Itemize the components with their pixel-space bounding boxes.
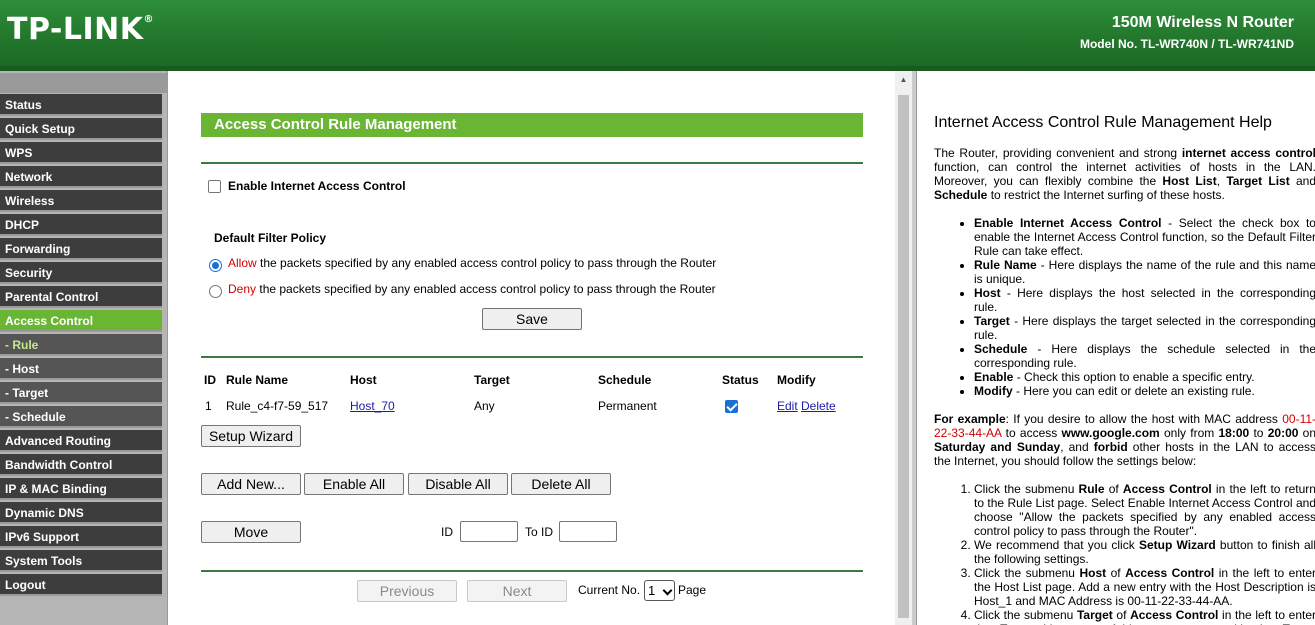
sidebar-item-wireless[interactable]: Wireless bbox=[0, 190, 162, 212]
help-example: For example: If you desire to allow the … bbox=[934, 412, 1315, 468]
header-banner: TP-LINK® 150M Wireless N Router Model No… bbox=[0, 0, 1315, 66]
sidebar-subitem-rule[interactable]: - Rule bbox=[0, 334, 162, 356]
cell-host-link[interactable]: Host_70 bbox=[350, 399, 395, 413]
divider bbox=[201, 162, 863, 164]
sidebar-item-ip-mac-binding[interactable]: IP & MAC Binding bbox=[0, 478, 162, 500]
help-intro: The Router, providing convenient and str… bbox=[934, 146, 1315, 202]
cell-target: Any bbox=[474, 399, 495, 413]
sidebar-item-dhcp[interactable]: DHCP bbox=[0, 214, 162, 236]
sidebar-subitem-target[interactable]: - Target bbox=[0, 382, 162, 404]
add-new-button[interactable]: Add New... bbox=[201, 473, 301, 495]
enable-all-button[interactable]: Enable All bbox=[304, 473, 404, 495]
column-header-status: Status bbox=[722, 373, 759, 387]
sidebar-top-spacer bbox=[0, 73, 167, 93]
main-scrollbar[interactable]: ▲ bbox=[895, 71, 912, 625]
sidebar-subitem-host[interactable]: - Host bbox=[0, 358, 162, 380]
model-number: Model No. TL-WR740N / TL-WR741ND bbox=[1079, 37, 1294, 51]
sidebar-item-advanced-routing[interactable]: Advanced Routing bbox=[0, 430, 162, 452]
help-steps: Click the submenu Rule of Access Control… bbox=[934, 482, 1315, 625]
help-item: Enable - Check this option to enable a s… bbox=[974, 370, 1315, 384]
help-item: Schedule - Here displays the schedule se… bbox=[974, 342, 1315, 370]
help-panel: Internet Access Control Rule Management … bbox=[916, 71, 1315, 625]
move-button[interactable]: Move bbox=[201, 521, 301, 543]
column-header-host: Host bbox=[350, 373, 377, 387]
sidebar-item-quick-setup[interactable]: Quick Setup bbox=[0, 118, 162, 140]
page-select-value: 1 bbox=[648, 583, 656, 598]
rule-status-checkbox[interactable] bbox=[725, 400, 738, 413]
page-select[interactable]: 1 bbox=[644, 580, 675, 601]
deny-description: the packets specified by any enabled acc… bbox=[259, 282, 716, 296]
allow-description: the packets specified by any enabled acc… bbox=[260, 256, 717, 270]
sidebar-item-parental-control[interactable]: Parental Control bbox=[0, 286, 162, 308]
help-step: Click the submenu Rule of Access Control… bbox=[974, 482, 1315, 538]
scrollbar-thumb[interactable] bbox=[898, 95, 909, 618]
enable-access-control-checkbox[interactable] bbox=[208, 180, 221, 193]
deny-word: Deny bbox=[228, 282, 257, 296]
previous-page-button[interactable]: Previous bbox=[357, 580, 457, 602]
deny-policy-text: Deny the packets specified by any enable… bbox=[228, 282, 716, 296]
sidebar-item-forwarding[interactable]: Forwarding bbox=[0, 238, 162, 260]
sidebar-item-dynamic-dns[interactable]: Dynamic DNS bbox=[0, 502, 162, 524]
sidebar-item-network[interactable]: Network bbox=[0, 166, 162, 188]
sidebar-item-wps[interactable]: WPS bbox=[0, 142, 162, 164]
edit-link[interactable]: Edit bbox=[777, 399, 798, 413]
next-page-button[interactable]: Next bbox=[467, 580, 567, 602]
move-to-id-label: To ID bbox=[525, 525, 554, 539]
column-header-target: Target bbox=[474, 373, 510, 387]
help-title: Internet Access Control Rule Management … bbox=[934, 114, 1272, 131]
setup-wizard-button[interactable]: Setup Wizard bbox=[201, 425, 301, 447]
scroll-up-arrow-icon[interactable]: ▲ bbox=[895, 75, 912, 84]
page-title: Access Control Rule Management bbox=[201, 113, 863, 137]
help-step: Click the submenu Target of Access Contr… bbox=[974, 608, 1315, 625]
delete-all-button[interactable]: Delete All bbox=[511, 473, 611, 495]
enable-access-control-label: Enable Internet Access Control bbox=[228, 179, 406, 193]
move-id-label: ID bbox=[441, 525, 453, 539]
help-step: We recommend that you click Setup Wizard… bbox=[974, 538, 1315, 566]
column-header-modify: Modify bbox=[777, 373, 816, 387]
help-item: Enable Internet Access Control - Select … bbox=[974, 216, 1315, 258]
sidebar-item-bandwidth-control[interactable]: Bandwidth Control bbox=[0, 454, 162, 476]
sidebar-item-security[interactable]: Security bbox=[0, 262, 162, 284]
sidebar-item-logout[interactable]: Logout bbox=[0, 574, 162, 596]
sidebar-item-status[interactable]: Status bbox=[0, 94, 162, 116]
sidebar-subitem-schedule[interactable]: - Schedule bbox=[0, 406, 162, 428]
chevron-down-icon bbox=[662, 585, 673, 596]
save-button[interactable]: Save bbox=[482, 308, 582, 330]
column-header-schedule: Schedule bbox=[598, 373, 652, 387]
cell-rule-name: Rule_c4-f7-59_517 bbox=[226, 399, 329, 413]
sidebar-item-access-control[interactable]: Access Control bbox=[0, 310, 162, 332]
help-step: Click the submenu Host of Access Control… bbox=[974, 566, 1315, 608]
sidebar-item-ipv6-support[interactable]: IPv6 Support bbox=[0, 526, 162, 548]
tp-link-logo: TP-LINK® bbox=[7, 12, 155, 47]
current-no-label: Current No. bbox=[578, 583, 641, 597]
column-header-rule-name: Rule Name bbox=[226, 373, 289, 387]
help-field-list: Enable Internet Access Control - Select … bbox=[934, 216, 1315, 398]
cell-schedule: Permanent bbox=[598, 399, 657, 413]
help-item: Host - Here displays the host selected i… bbox=[974, 286, 1315, 314]
help-body: The Router, providing convenient and str… bbox=[934, 146, 1315, 625]
divider bbox=[201, 570, 863, 572]
help-item: Target - Here displays the target select… bbox=[974, 314, 1315, 342]
sidebar-item-system-tools[interactable]: System Tools bbox=[0, 550, 162, 572]
help-item: Modify - Here you can edit or delete an … bbox=[974, 384, 1315, 398]
default-filter-policy-label: Default Filter Policy bbox=[214, 231, 327, 245]
divider bbox=[201, 356, 863, 358]
cell-id: 1 bbox=[205, 399, 212, 413]
move-from-id-input[interactable] bbox=[460, 521, 518, 542]
allow-word: Allow bbox=[228, 256, 257, 270]
product-name: 150M Wireless N Router bbox=[1111, 14, 1294, 31]
disable-all-button[interactable]: Disable All bbox=[408, 473, 508, 495]
allow-policy-text: Allow the packets specified by any enabl… bbox=[228, 256, 716, 270]
deny-policy-radio[interactable] bbox=[209, 285, 222, 298]
allow-policy-radio[interactable] bbox=[209, 259, 222, 272]
page-label: Page bbox=[678, 583, 707, 597]
help-item: Rule Name - Here displays the name of th… bbox=[974, 258, 1315, 286]
move-to-id-input[interactable] bbox=[559, 521, 617, 542]
delete-link[interactable]: Delete bbox=[801, 399, 836, 413]
column-header-id: ID bbox=[204, 373, 216, 387]
